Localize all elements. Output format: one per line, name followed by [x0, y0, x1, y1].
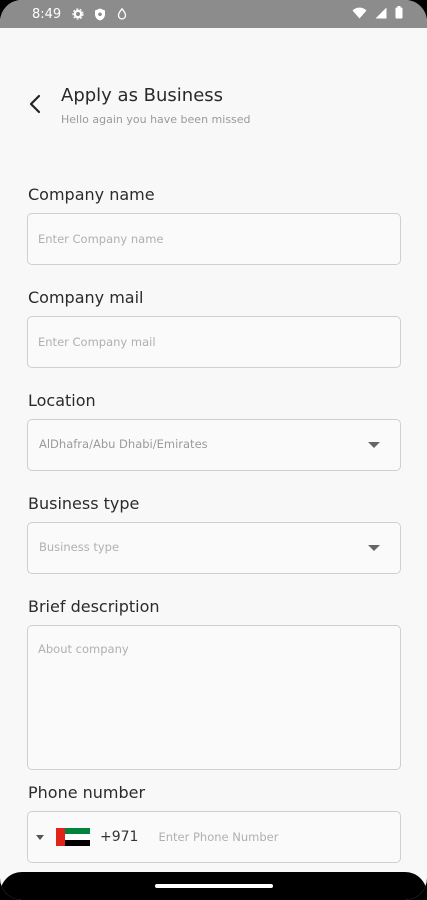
company-mail-field — [27, 316, 401, 368]
chevron-left-icon — [29, 94, 41, 114]
location-label: Location — [28, 391, 96, 410]
battery-icon — [395, 6, 403, 23]
status-bar: 8:49 — [0, 0, 427, 28]
dial-code: +971 — [100, 829, 139, 845]
settings-icon — [71, 7, 85, 21]
wifi-icon — [352, 7, 367, 23]
home-gesture-handle[interactable] — [155, 884, 273, 888]
business-type-label: Business type — [28, 494, 140, 513]
location-value: AlDhafra/Abu Dhabi/Emirates — [39, 437, 208, 451]
description-textarea[interactable] — [28, 626, 400, 769]
phone-number-label: Phone number — [28, 783, 146, 802]
company-mail-input[interactable] — [28, 317, 400, 367]
page-subtitle: Hello again you have been missed — [61, 113, 251, 126]
business-type-select[interactable]: Business type — [27, 522, 401, 574]
dropdown-arrow-icon — [368, 545, 380, 551]
phone-number-field: +971 — [27, 811, 401, 863]
uae-flag-icon[interactable] — [56, 828, 90, 846]
page-title: Apply as Business — [61, 85, 224, 106]
company-name-input[interactable] — [28, 214, 400, 264]
location-select[interactable]: AlDhafra/Abu Dhabi/Emirates — [27, 419, 401, 471]
company-name-label: Company name — [28, 185, 155, 204]
status-time: 8:49 — [32, 6, 62, 22]
app-screen: 8:49 Apply as Business Hello again you h… — [0, 0, 427, 900]
company-mail-label: Company mail — [28, 288, 144, 307]
dropdown-arrow-icon — [368, 442, 380, 448]
description-label: Brief description — [28, 597, 160, 616]
phone-number-input[interactable] — [148, 812, 400, 862]
page-header: Apply as Business Hello again you have b… — [0, 82, 427, 132]
back-button[interactable] — [24, 92, 48, 116]
location-drop-icon — [115, 7, 129, 21]
company-name-field — [27, 213, 401, 265]
country-dropdown-icon[interactable] — [36, 834, 44, 840]
shield-icon — [93, 7, 107, 21]
description-field — [27, 625, 401, 770]
signal-icon — [375, 7, 387, 23]
business-type-placeholder: Business type — [39, 540, 120, 554]
